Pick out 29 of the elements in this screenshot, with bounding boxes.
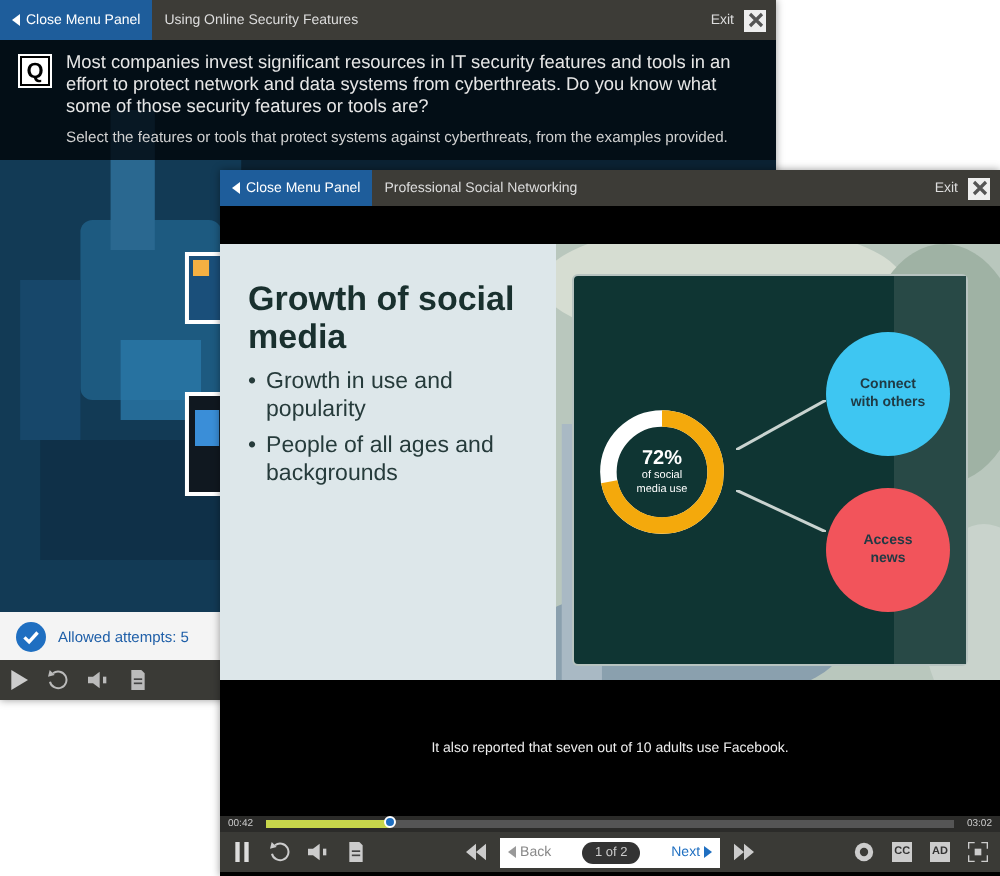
caret-icon — [12, 14, 20, 26]
bullet-text: Growth in use and popularity — [266, 368, 455, 424]
slide-heading: Growth of social media — [248, 280, 517, 356]
caret-icon — [704, 846, 713, 858]
fullscreen-icon[interactable] — [968, 842, 988, 862]
record-icon[interactable] — [854, 842, 875, 862]
volume-icon[interactable] — [308, 842, 328, 862]
replay-icon[interactable] — [270, 842, 290, 862]
close-icon[interactable] — [968, 177, 990, 199]
caret-icon — [232, 182, 240, 194]
notes-icon[interactable] — [128, 670, 148, 690]
play-icon[interactable] — [8, 670, 28, 690]
rewind-icon[interactable] — [466, 842, 487, 862]
connector-line — [736, 400, 826, 450]
volume-icon[interactable] — [88, 670, 108, 690]
check-icon — [16, 621, 46, 651]
question-text: Most companies invest significant resources in IT security features and tools in an effort to protect network and data systems from cyberthreats. Do you know what some of those security features or tools are? — [66, 52, 733, 118]
bullet-marker: • — [248, 368, 257, 396]
fast-forward-icon[interactable] — [734, 842, 755, 862]
connector-line — [736, 490, 826, 532]
bullet-text: People of all ages and backgrounds — [266, 432, 496, 488]
close-icon[interactable] — [744, 9, 766, 31]
question-badge: Q — [20, 56, 50, 86]
pause-icon[interactable] — [232, 842, 252, 862]
donut-value: 72% — [641, 448, 682, 470]
notes-icon[interactable] — [346, 842, 366, 862]
bullet-marker: • — [248, 432, 257, 460]
caret-icon — [508, 846, 517, 858]
replay-icon[interactable] — [48, 670, 68, 690]
